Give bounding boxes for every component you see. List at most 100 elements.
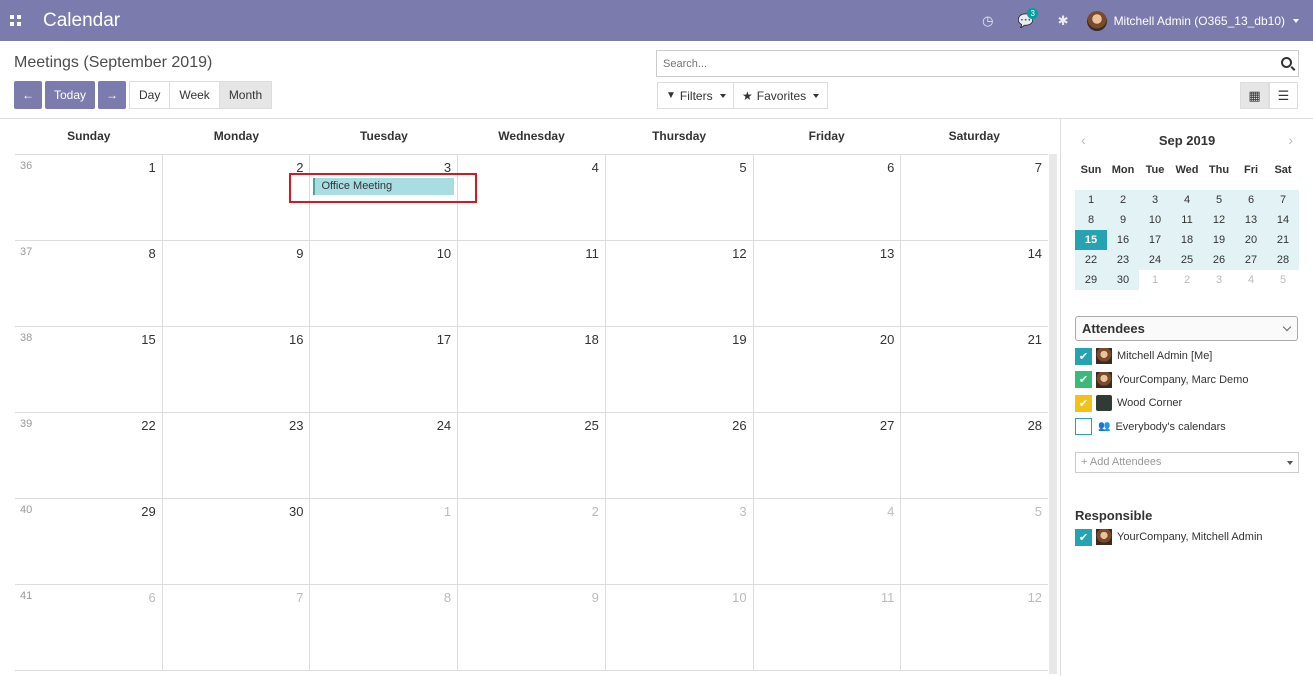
day-cell[interactable]: 7 [161,585,310,670]
scale-week-button[interactable]: Week [170,82,220,108]
add-attendees-input[interactable]: + Add Attendees [1075,452,1299,473]
day-cell[interactable]: 19 [604,327,753,412]
day-cell[interactable]: 38 15 [15,327,162,412]
mini-day[interactable]: 3 [1139,190,1171,210]
mini-next-button[interactable]: › [1282,132,1299,148]
search-input[interactable] [657,51,1257,76]
mini-day[interactable]: 1 [1139,270,1171,290]
attendee-row[interactable]: ✔ YourCompany, Mitchell Admin [1075,528,1263,546]
day-cell[interactable]: 2 [161,155,310,240]
day-cell[interactable]: 13 [752,241,901,326]
day-cell[interactable]: 2 [457,499,605,584]
chat-icon[interactable]: 💬 3 [1017,7,1038,29]
chevron-down-icon[interactable] [1293,18,1299,23]
day-cell[interactable]: 27 [752,413,901,498]
mini-day[interactable]: 5 [1203,190,1235,210]
bug-icon[interactable]: ✱ [1058,13,1069,29]
mini-day[interactable]: 29 [1075,270,1107,290]
day-cell[interactable]: 17 [309,327,457,412]
day-cell[interactable]: 25 [457,413,605,498]
mini-day[interactable]: 8 [1075,210,1107,230]
day-cell[interactable]: 18 [457,327,605,412]
day-cell[interactable]: 21 [900,327,1048,412]
day-cell[interactable]: 7 [900,155,1048,240]
mini-day[interactable]: 30 [1107,270,1139,290]
day-cell[interactable]: 3 [604,499,753,584]
mini-day[interactable]: 22 [1075,250,1107,270]
mini-day[interactable]: 26 [1203,250,1235,270]
day-cell[interactable]: 40 29 [15,499,162,584]
attendee-row[interactable]: 👥 Everybody's calendars [1075,418,1226,436]
attendee-checkbox[interactable]: ✔ [1075,528,1092,546]
day-cell[interactable]: 39 22 [15,413,162,498]
day-cell[interactable]: 5 [604,155,753,240]
day-cell[interactable]: 41 6 [15,585,162,670]
mini-day[interactable]: 11 [1171,210,1203,230]
scrollbar[interactable] [1049,154,1057,674]
mini-day[interactable]: 16 [1107,230,1139,250]
day-cell[interactable]: 8 [309,585,457,670]
day-cell[interactable]: 26 [604,413,753,498]
day-cell[interactable]: 9 [161,241,310,326]
mini-day[interactable]: 2 [1171,270,1203,290]
list-view-button[interactable]: ☰ [1269,82,1298,109]
scale-day-button[interactable]: Day [130,82,171,108]
mini-day[interactable]: 13 [1235,210,1267,230]
day-cell[interactable]: 28 [900,413,1048,498]
user-menu[interactable]: Mitchell Admin (O365_13_db10) [1114,14,1285,28]
day-cell[interactable]: 20 [752,327,901,412]
mini-day[interactable]: 23 [1107,250,1139,270]
day-cell[interactable]: 1 [309,499,457,584]
day-cell[interactable]: 10 [604,585,753,670]
day-cell[interactable]: 6 [752,155,901,240]
day-cell[interactable]: 5 [900,499,1048,584]
day-cell[interactable]: 4 [457,155,605,240]
mini-day[interactable]: 25 [1171,250,1203,270]
mini-day[interactable]: 2 [1107,190,1139,210]
day-cell[interactable]: 12 [604,241,753,326]
mini-day[interactable]: 6 [1235,190,1267,210]
mini-day[interactable]: 20 [1235,230,1267,250]
mini-day[interactable]: 19 [1203,230,1235,250]
avatar[interactable] [1086,10,1107,31]
attendee-checkbox[interactable] [1075,418,1092,435]
day-cell[interactable]: 36 1 [15,155,162,240]
mini-day[interactable]: 4 [1171,190,1203,210]
attendees-select[interactable]: Attendees [1075,316,1298,341]
mini-day[interactable]: 27 [1235,250,1267,270]
day-cell[interactable]: 11 [752,585,901,670]
mini-day[interactable]: 1 [1075,190,1107,210]
mini-day[interactable]: 15 [1075,230,1107,250]
mini-day[interactable]: 28 [1267,250,1299,270]
today-button[interactable]: Today [45,81,95,109]
clock-icon[interactable]: ◷ [982,13,993,29]
day-cell[interactable]: 37 8 [15,241,162,326]
mini-day[interactable]: 21 [1267,230,1299,250]
mini-day[interactable]: 5 [1267,270,1299,290]
mini-day[interactable]: 3 [1203,270,1235,290]
apps-icon[interactable] [10,15,21,26]
mini-day[interactable]: 12 [1203,210,1235,230]
attendee-checkbox[interactable]: ✔ [1075,347,1092,365]
mini-prev-button[interactable]: ‹ [1075,132,1092,148]
calendar-view-button[interactable]: ▦ [1240,82,1269,109]
scale-month-button[interactable]: Month [219,82,272,108]
mini-day[interactable]: 10 [1139,210,1171,230]
day-cell[interactable]: 30 [161,499,310,584]
day-cell[interactable]: 23 [161,413,310,498]
mini-day[interactable]: 17 [1139,230,1171,250]
day-cell[interactable]: 24 [309,413,457,498]
next-button[interactable]: → [98,81,126,109]
mini-day[interactable]: 4 [1235,270,1267,290]
attendee-checkbox[interactable]: ✔ [1075,371,1092,388]
attendee-checkbox[interactable]: ✔ [1075,394,1092,412]
day-cell[interactable]: 9 [457,585,605,670]
filters-button[interactable]: ▼ Filters [657,82,735,109]
day-cell[interactable]: 14 [900,241,1048,326]
favorites-button[interactable]: ★ Favorites [733,82,829,109]
day-cell[interactable]: 16 [161,327,310,412]
mini-day[interactable]: 9 [1107,210,1139,230]
day-cell[interactable]: 10 [309,241,457,326]
mini-day[interactable]: 7 [1267,190,1299,210]
mini-day[interactable]: 14 [1267,210,1299,230]
